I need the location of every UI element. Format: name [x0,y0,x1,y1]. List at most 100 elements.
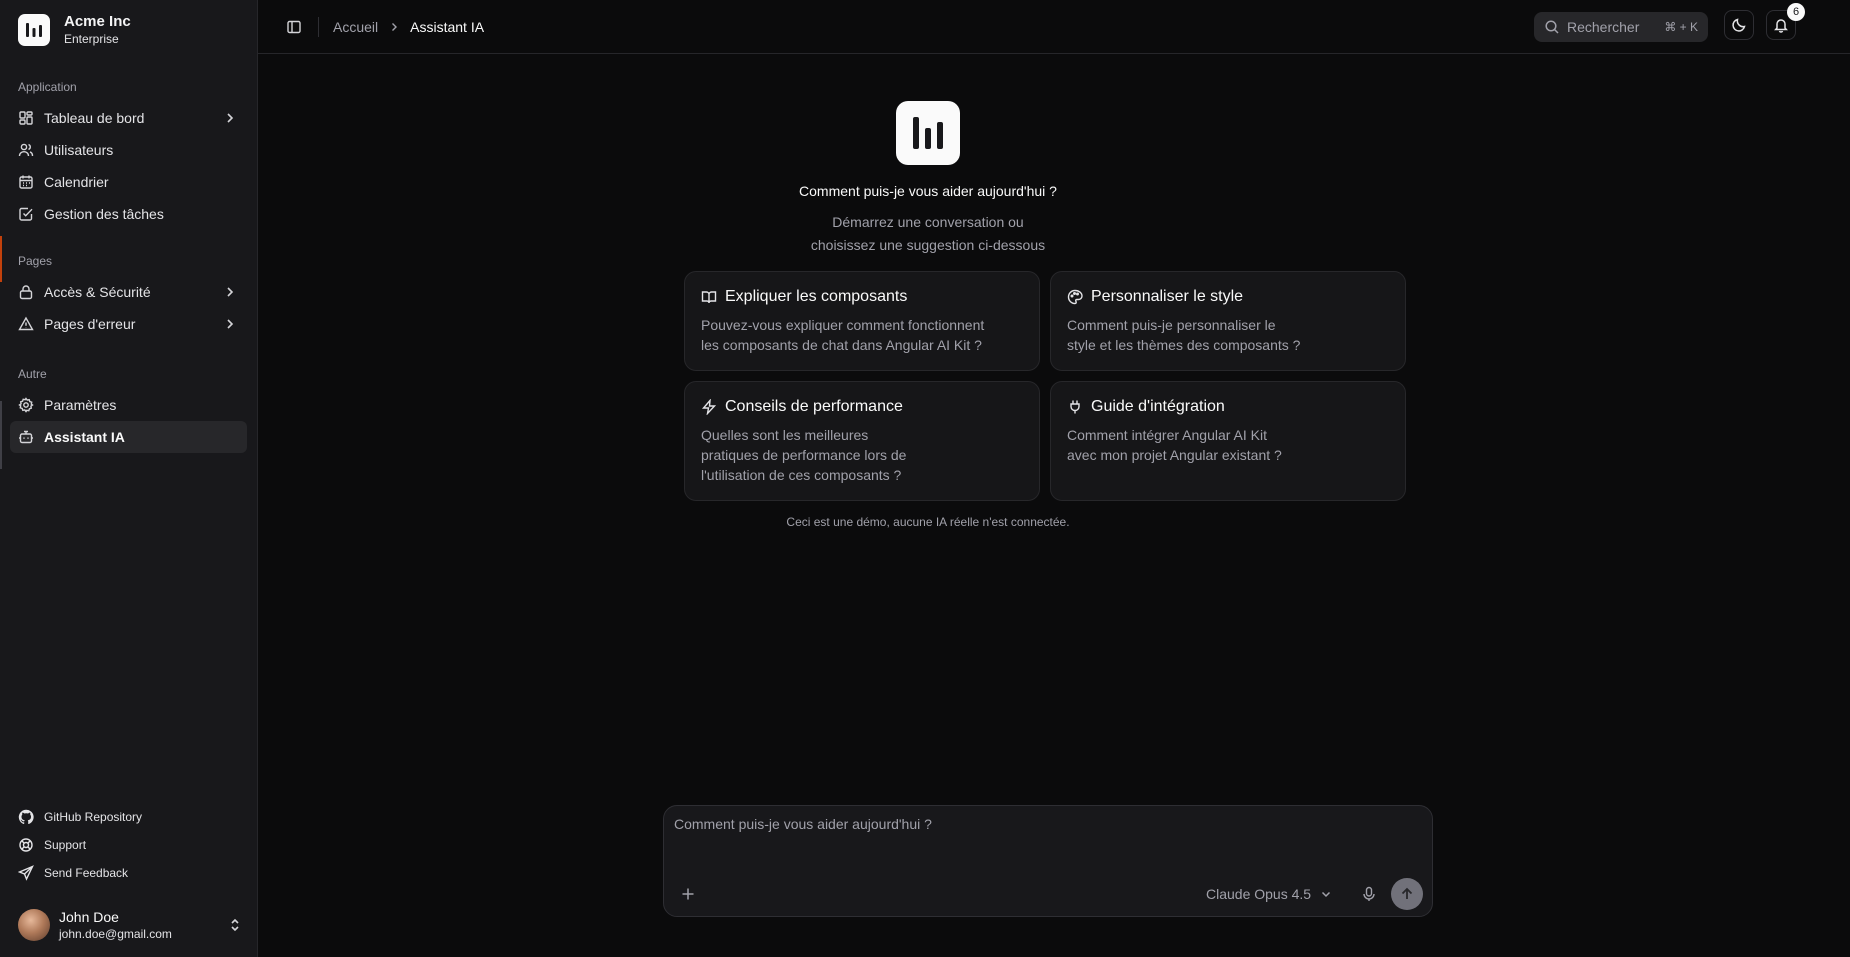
assistant-logo [896,101,960,165]
search-icon [1544,19,1560,35]
support-link[interactable]: Support [10,831,247,859]
bar-chart-logo-icon [913,117,943,149]
chevron-down-icon [1319,887,1333,901]
group-label: Autre [18,367,47,381]
dashboard-icon [18,110,34,126]
divider [318,16,319,37]
group-label: Application [18,80,77,94]
card-title: Conseils de performance [725,398,903,415]
user-menu[interactable]: John Doe john.doe@gmail.com [18,905,243,945]
card-line: Comment intégrer Angular AI Kit [1067,427,1267,443]
search-shortcut: ⌘ + K [1664,20,1698,34]
main-content: Accueil Assistant IA Rechercher ⌘ + K 6 … [258,0,1850,957]
link-label: Support [44,838,87,852]
group-label: Pages [18,254,53,268]
feedback-link[interactable]: Send Feedback [10,859,247,887]
plug-icon [1067,399,1083,415]
model-selector[interactable]: Claude Opus 4.5 [1206,884,1333,904]
microphone-icon [1363,886,1375,901]
gear-icon [18,397,34,413]
card-title: Expliquer les composants [725,288,908,305]
sidebar-item-users[interactable]: Utilisateurs [10,134,247,166]
card-line: style et les thèmes des composants ? [1067,337,1301,353]
task-check-icon [18,206,34,222]
sidebar-item-label: Paramètres [44,397,117,413]
model-name: Claude Opus 4.5 [1206,886,1312,902]
suggestion-card-explain[interactable]: Expliquer les composants Pouvez-vous exp… [684,271,1040,371]
brand-plan: Enterprise [64,32,119,46]
arrow-up-icon [1401,887,1413,899]
topbar: Accueil Assistant IA Rechercher ⌘ + K 6 [258,0,1850,54]
moon-icon [1732,18,1746,32]
search-button[interactable]: Rechercher ⌘ + K [1534,12,1708,42]
panel-left-icon [287,20,301,33]
card-line: pratiques de performance lors de [701,447,907,463]
brand-name: Acme Inc [64,13,131,30]
github-link[interactable]: GitHub Repository [10,803,247,831]
app-root: Acme Inc Enterprise Application Tableau … [0,0,1850,957]
breadcrumb-current: Assistant IA [410,18,485,35]
chevron-right-icon [223,285,237,299]
sidebar-item-ai-assistant[interactable]: Assistant IA [10,421,247,453]
plus-icon [682,888,694,900]
sidebar-item-error-pages[interactable]: Pages d'erreur [10,308,247,340]
hero-subtitle: Démarrez une conversation ou choisissez … [708,211,1148,257]
attach-button[interactable] [678,884,698,904]
sidebar-item-label: Tableau de bord [44,110,145,126]
card-title: Personnaliser le style [1091,288,1244,305]
suggestion-card-integration[interactable]: Guide d'intégration Comment intégrer Ang… [1050,381,1406,501]
calendar-icon [18,174,34,190]
sidebar-item-dashboard[interactable]: Tableau de bord [10,102,247,134]
microphone-button[interactable] [1358,883,1380,905]
sidebar-group-other: Autre Paramètres Assistant IA [0,363,257,453]
scroll-indicator [0,401,2,469]
sidebar-toggle-button[interactable] [280,13,308,41]
lifebuoy-icon [18,837,34,853]
card-description: Pouvez-vous expliquer comment fonctionne… [701,315,1023,355]
sidebar-item-security[interactable]: Accès & Sécurité [10,276,247,308]
sidebar-item-tasks[interactable]: Gestion des tâches [10,198,247,230]
send-button[interactable] [1391,878,1423,910]
card-line: avec mon projet Angular existant ? [1067,447,1282,463]
card-title: Guide d'intégration [1091,398,1225,415]
card-description: Comment intégrer Angular AI Kit avec mon… [1067,425,1389,465]
card-line: Comment puis-je personnaliser le [1067,317,1276,333]
chevron-right-icon [223,317,237,331]
brand-switcher[interactable]: Acme Inc Enterprise [0,0,257,60]
sidebar-item-label: Pages d'erreur [44,316,136,332]
book-open-icon [701,289,717,305]
card-line: l'utilisation de ces composants ? [701,467,902,483]
sidebar-item-calendar[interactable]: Calendrier [10,166,247,198]
sidebar-item-settings[interactable]: Paramètres [10,389,247,421]
sidebar: Acme Inc Enterprise Application Tableau … [0,0,258,957]
chat-composer: Comment puis-je vous aider aujourd'hui ?… [663,805,1433,917]
send-icon [18,865,34,881]
chevron-right-icon [223,111,237,125]
card-description: Quelles sont les meilleures pratiques de… [701,425,1023,485]
avatar [18,909,50,941]
user-email: john.doe@gmail.com [59,926,172,941]
notifications-button[interactable]: 6 [1766,3,1805,40]
hero-subtitle-line: choisissez une suggestion ci-dessous [810,237,1046,253]
palette-icon [1067,289,1083,305]
theme-toggle-button[interactable] [1724,10,1754,40]
notification-count-badge: 6 [1787,3,1805,21]
warning-triangle-icon [18,316,34,332]
link-label: Send Feedback [44,866,129,880]
sidebar-item-label: Gestion des tâches [44,206,164,222]
users-icon [18,142,34,158]
link-label: GitHub Repository [44,810,143,824]
bar-chart-logo-icon [18,14,50,46]
suggestion-card-style[interactable]: Personnaliser le style Comment puis-je p… [1050,271,1406,371]
message-input[interactable]: Comment puis-je vous aider aujourd'hui ? [674,816,932,832]
breadcrumb-home-link[interactable]: Accueil [333,19,378,35]
sidebar-group-pages: Pages Accès & Sécurité Pages d'erreur [0,250,257,340]
sidebar-item-label: Utilisateurs [44,142,114,158]
sidebar-item-label: Accès & Sécurité [44,284,151,300]
suggestion-card-performance[interactable]: Conseils de performance Quelles sont les… [684,381,1040,501]
github-icon [18,809,34,825]
breadcrumb: Accueil Assistant IA [333,19,484,35]
sidebar-item-label: Assistant IA [44,429,125,445]
bell-icon [1774,19,1788,33]
hero-title: Comment puis-je vous aider aujourd'hui ? [799,183,1057,199]
